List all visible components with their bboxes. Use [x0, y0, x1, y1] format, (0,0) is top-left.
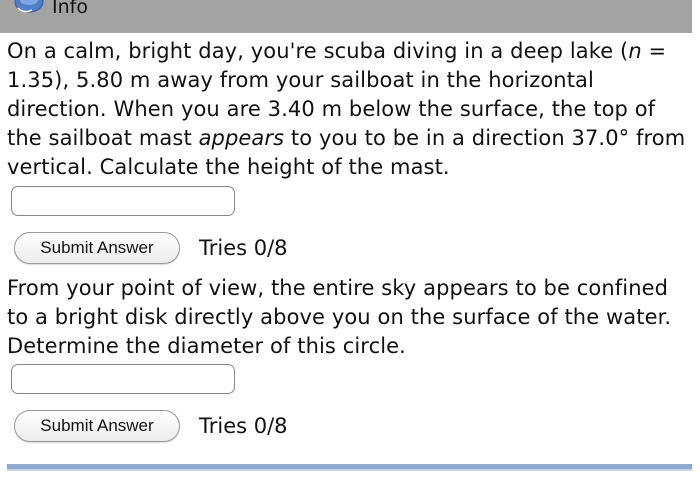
info-badge-icon — [14, 0, 44, 13]
answer-input-1[interactable] — [11, 186, 235, 216]
question-1-emphasis: appears — [198, 126, 285, 150]
question-2-text: From your point of view, the entire sky … — [7, 276, 672, 358]
info-title: Info — [52, 0, 88, 18]
bottom-divider-shadow — [7, 469, 692, 471]
submit-row-2: Submit Answer Tries 0/8 — [14, 410, 288, 442]
submit-row-1: Submit Answer Tries 0/8 — [14, 232, 288, 264]
question-1-text-part-1: On a calm, bright day, you're scuba divi… — [7, 39, 629, 63]
submit-answer-button-2[interactable]: Submit Answer — [14, 410, 180, 442]
submit-answer-button-1[interactable]: Submit Answer — [14, 232, 180, 264]
tries-counter-1: Tries 0/8 — [199, 236, 288, 260]
refractive-index-symbol: n — [628, 39, 642, 63]
tries-counter-2: Tries 0/8 — [199, 414, 288, 438]
question-1-text: On a calm, bright day, you're scuba divi… — [7, 37, 692, 182]
answer-input-2[interactable] — [11, 364, 235, 394]
page: Info On a calm, bright day, you're scuba… — [0, 0, 700, 477]
info-header-bar: Info — [0, 0, 692, 33]
